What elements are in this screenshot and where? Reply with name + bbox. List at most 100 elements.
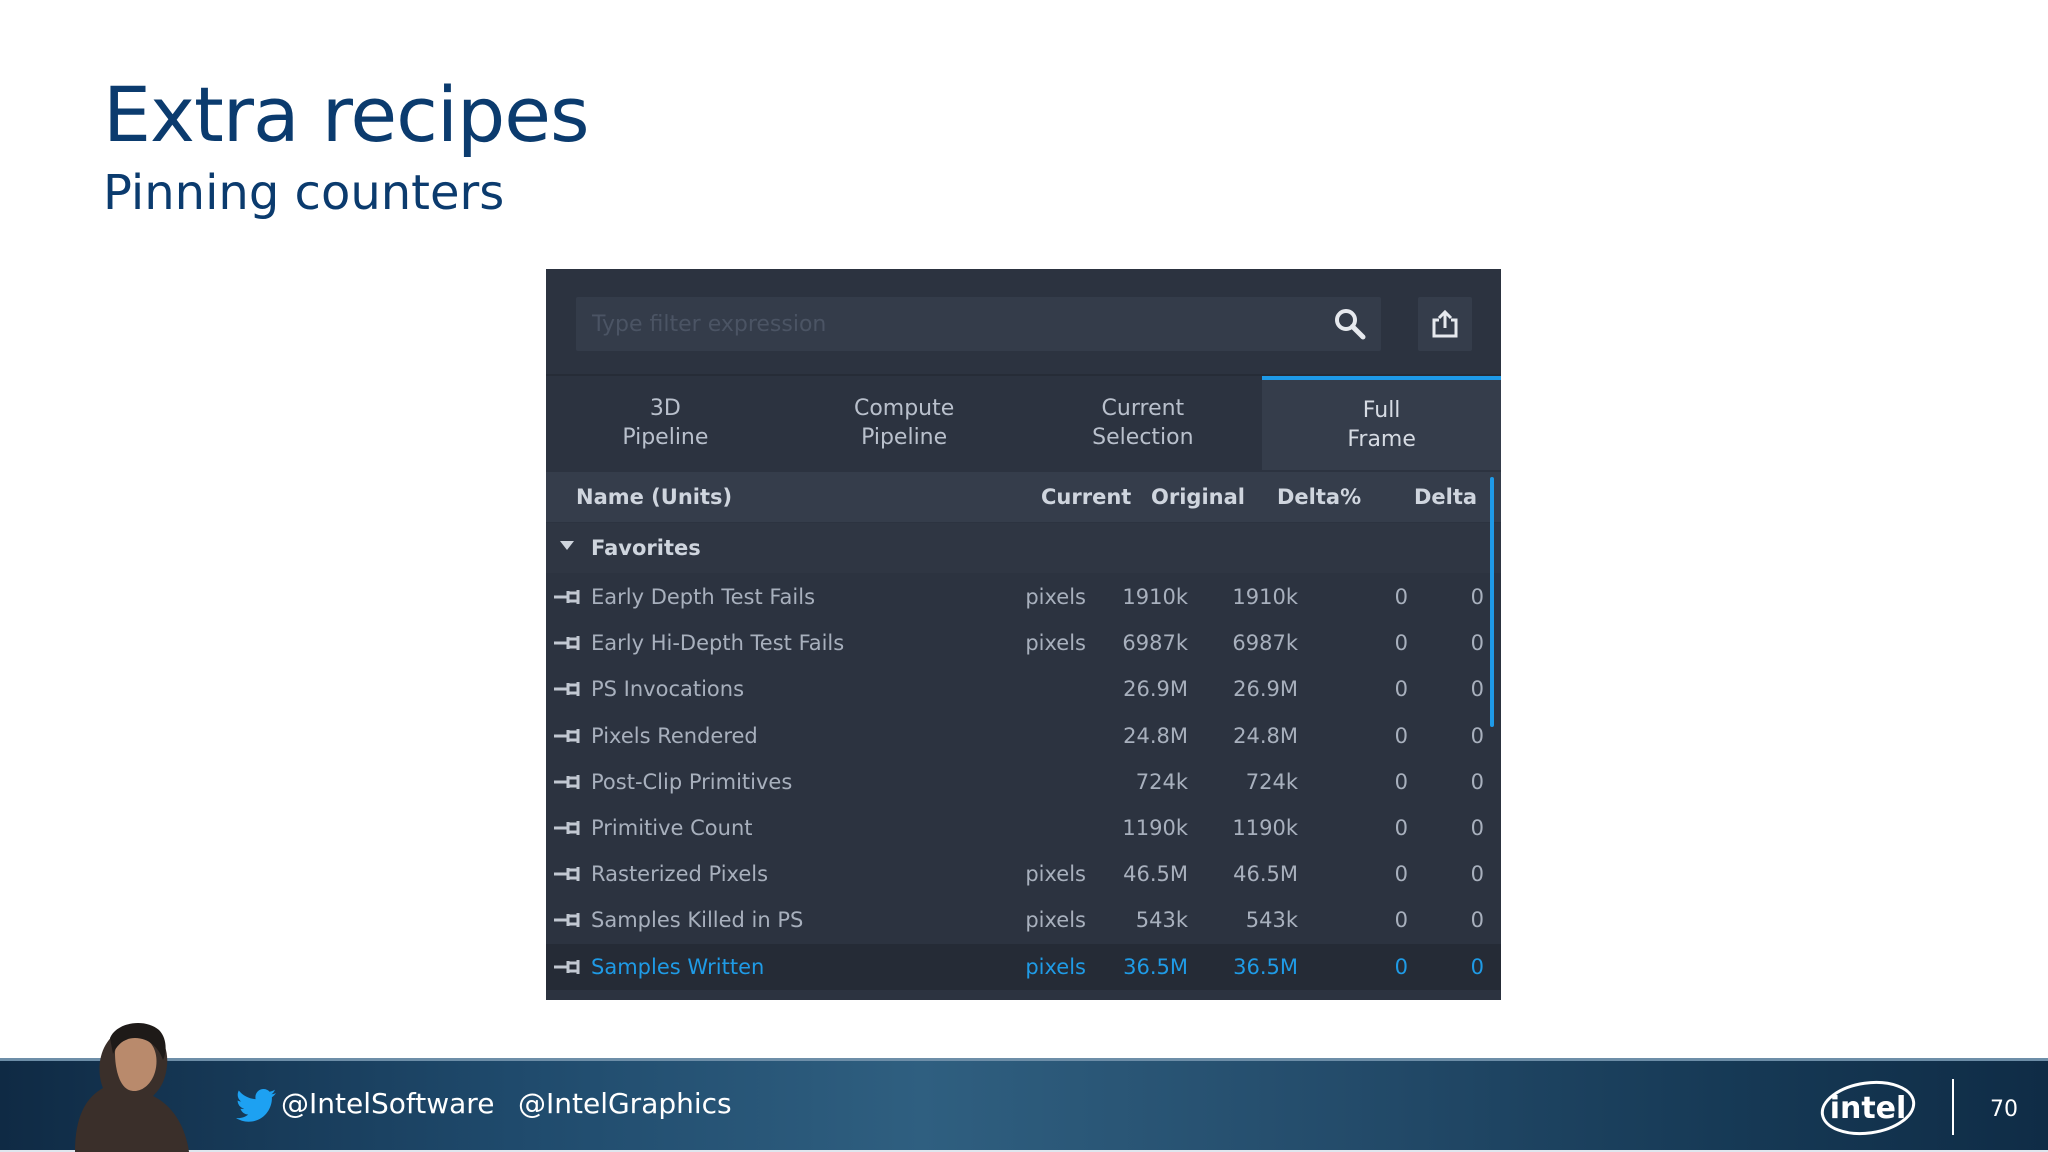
caret-down-icon[interactable] xyxy=(560,541,574,551)
counter-name: Samples Written xyxy=(591,954,765,979)
counter-current: 36.5M xyxy=(1123,954,1188,979)
counter-current: 24.8M xyxy=(1123,723,1188,748)
counter-delta: 0 xyxy=(1470,723,1484,748)
counter-delta-pct: 0 xyxy=(1394,954,1408,979)
pin-icon[interactable] xyxy=(554,681,584,697)
counters-panel: 3D Pipeline Compute Pipeline Current Sel… xyxy=(546,269,1501,1000)
character-avatar xyxy=(75,1023,189,1152)
counter-row[interactable]: Rasterized Pixels pixels 46.5M 46.5M 0 0 xyxy=(546,851,1501,897)
counter-delta: 0 xyxy=(1470,769,1484,794)
counter-unit: pixels xyxy=(1025,631,1086,656)
slide-subtitle: Pinning counters xyxy=(103,165,505,221)
counter-delta: 0 xyxy=(1470,954,1484,979)
counter-delta-pct: 0 xyxy=(1394,585,1408,609)
column-delta[interactable]: Delta xyxy=(1414,485,1477,509)
counter-delta: 0 xyxy=(1470,862,1484,887)
counter-delta: 0 xyxy=(1470,815,1484,840)
slide-title: Extra recipes xyxy=(103,70,590,159)
counter-delta: 0 xyxy=(1470,677,1484,702)
svg-text:intel: intel xyxy=(1830,1091,1907,1126)
group-label: Favorites xyxy=(591,536,701,560)
column-current[interactable]: Current xyxy=(1041,485,1131,509)
twitter-handle-software[interactable]: @IntelSoftware xyxy=(281,1087,494,1120)
footer-separator xyxy=(1952,1079,1954,1135)
counter-name: Early Depth Test Fails xyxy=(591,585,816,609)
pin-icon[interactable] xyxy=(554,589,584,605)
counter-current: 543k xyxy=(1135,908,1188,933)
vertical-scrollbar[interactable] xyxy=(1490,477,1494,727)
counter-delta-pct: 0 xyxy=(1394,769,1408,794)
counter-name: PS Invocations xyxy=(591,677,745,702)
counter-current: 724k xyxy=(1135,769,1188,794)
counter-delta-pct: 0 xyxy=(1394,631,1408,656)
counter-original: 543k xyxy=(1245,908,1298,933)
counter-unit: pixels xyxy=(1025,585,1086,609)
share-icon xyxy=(1432,309,1458,338)
tab-bar: 3D Pipeline Compute Pipeline Current Sel… xyxy=(546,374,1501,470)
counter-row[interactable]: Early Hi-Depth Test Fails pixels 6987k 6… xyxy=(546,620,1501,666)
counter-name: Post-Clip Primitives xyxy=(591,769,793,794)
counter-delta-pct: 0 xyxy=(1394,677,1408,702)
search-icon[interactable] xyxy=(1333,307,1367,341)
counter-original: 24.8M xyxy=(1233,723,1298,748)
twitter-handle-graphics[interactable]: @IntelGraphics xyxy=(518,1087,732,1120)
counter-current: 1910k xyxy=(1122,585,1188,609)
counter-row[interactable]: Samples Killed in PS pixels 543k 543k 0 … xyxy=(546,897,1501,943)
filter-input[interactable] xyxy=(592,297,1292,351)
pin-icon[interactable] xyxy=(554,866,584,882)
counter-current: 26.9M xyxy=(1123,677,1188,702)
counter-row[interactable]: Pixels Rendered 24.8M 24.8M 0 0 xyxy=(546,713,1501,759)
counter-name: Primitive Count xyxy=(591,815,753,840)
counter-unit: pixels xyxy=(1025,862,1086,887)
counter-unit: pixels xyxy=(1025,908,1086,933)
tab-compute-pipeline[interactable]: Compute Pipeline xyxy=(784,376,1024,470)
pin-icon[interactable] xyxy=(554,959,584,975)
column-original[interactable]: Original xyxy=(1151,485,1245,509)
counter-name: Pixels Rendered xyxy=(591,723,758,748)
tab-3d-pipeline[interactable]: 3D Pipeline xyxy=(546,376,785,470)
share-button[interactable] xyxy=(1418,297,1472,351)
column-header: Name (Units) Current Original Delta% Del… xyxy=(546,472,1501,522)
counter-delta: 0 xyxy=(1470,631,1484,656)
counter-delta: 0 xyxy=(1470,585,1484,609)
counter-name: Samples Killed in PS xyxy=(591,908,804,933)
counter-row[interactable]: Early Depth Test Fails pixels 1910k 1910… xyxy=(546,574,1501,620)
counter-original: 724k xyxy=(1245,769,1298,794)
counter-original: 1910k xyxy=(1232,585,1298,609)
counter-name: Rasterized Pixels xyxy=(591,862,769,887)
counter-row[interactable]: PS Invocations 26.9M 26.9M 0 0 xyxy=(546,666,1501,712)
filter-bar xyxy=(576,297,1381,351)
column-name[interactable]: Name (Units) xyxy=(576,485,732,509)
tab-full-frame[interactable]: Full Frame xyxy=(1262,376,1501,470)
pin-icon[interactable] xyxy=(554,912,584,928)
tab-current-selection[interactable]: Current Selection xyxy=(1023,376,1263,470)
counter-name: Early Hi-Depth Test Fails xyxy=(591,631,845,656)
counter-unit: pixels xyxy=(1025,954,1086,979)
counter-current: 46.5M xyxy=(1123,862,1188,887)
page-number: 70 xyxy=(1990,1097,2018,1122)
counter-original: 46.5M xyxy=(1233,862,1298,887)
pin-icon[interactable] xyxy=(554,635,584,651)
pin-icon[interactable] xyxy=(554,774,584,790)
counter-row[interactable]: Post-Clip Primitives 724k 724k 0 0 xyxy=(546,759,1501,805)
twitter-icon[interactable] xyxy=(236,1089,276,1123)
counter-original: 26.9M xyxy=(1233,677,1298,702)
counter-row[interactable]: Primitive Count 1190k 1190k 0 0 xyxy=(546,805,1501,851)
group-favorites[interactable]: Favorites xyxy=(546,523,1501,573)
intel-logo: intel xyxy=(1820,1080,1916,1136)
counter-delta: 0 xyxy=(1470,908,1484,933)
pin-icon[interactable] xyxy=(554,728,584,744)
counter-row-selected[interactable]: Samples Written pixels 36.5M 36.5M 0 0 xyxy=(546,943,1501,990)
counter-original: 1190k xyxy=(1232,815,1298,840)
column-delta-pct[interactable]: Delta% xyxy=(1277,485,1361,509)
counter-delta-pct: 0 xyxy=(1394,908,1408,933)
pin-icon[interactable] xyxy=(554,820,584,836)
counter-delta-pct: 0 xyxy=(1394,815,1408,840)
counter-current: 6987k xyxy=(1122,631,1188,656)
counter-delta-pct: 0 xyxy=(1394,723,1408,748)
counter-current: 1190k xyxy=(1122,815,1188,840)
counter-list: Early Depth Test Fails pixels 1910k 1910… xyxy=(546,574,1501,990)
counter-original: 6987k xyxy=(1232,631,1298,656)
counter-original: 36.5M xyxy=(1233,954,1298,979)
counter-delta-pct: 0 xyxy=(1394,862,1408,887)
